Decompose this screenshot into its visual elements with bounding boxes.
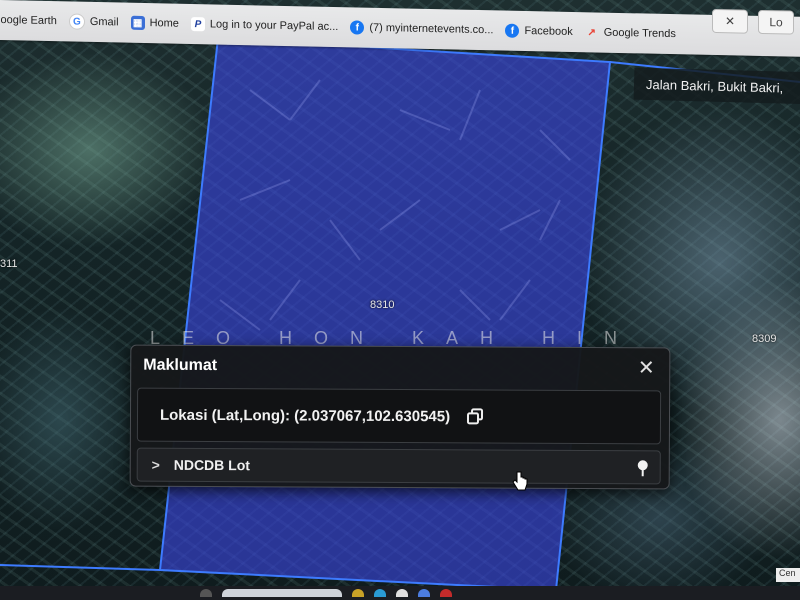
profile-button[interactable]: Lo bbox=[758, 9, 794, 35]
home-icon: ▦ bbox=[130, 15, 145, 31]
location-text: Lokasi (Lat,Long): (2.037067,102.630545) bbox=[159, 406, 451, 425]
parcel-number-left: 311 bbox=[0, 258, 18, 270]
copy-icon[interactable] bbox=[466, 407, 484, 425]
chevron-right-icon[interactable]: > bbox=[148, 457, 164, 473]
parcel-boundary-line-bottom bbox=[0, 564, 161, 571]
bookmark-myinternetevents[interactable]: f (7) myinternetevents.co... bbox=[350, 20, 493, 37]
app-icon[interactable] bbox=[418, 589, 430, 597]
parcel-number-selected: 8310 bbox=[370, 299, 395, 311]
map-corner-tag: Cen bbox=[776, 568, 800, 582]
bookmark-google-trends[interactable]: ↗ Google Trends bbox=[585, 25, 676, 41]
bookmark-label: Google Earth bbox=[0, 13, 57, 28]
ndcdb-lot-row[interactable]: > NDCDB Lot bbox=[136, 447, 661, 485]
bookmark-label: Home bbox=[149, 17, 179, 30]
panel-title: Maklumat bbox=[143, 356, 218, 375]
road-label: Jalan Bakri, Bukit Bakri, bbox=[633, 67, 800, 105]
bookmark-label: Log in to your PayPal ac... bbox=[209, 18, 339, 34]
facebook-icon: f bbox=[350, 20, 365, 35]
app-icon-red[interactable] bbox=[440, 589, 452, 597]
bookmark-google-earth[interactable]: Google Earth bbox=[0, 14, 57, 27]
lot-label: NDCDB Lot bbox=[173, 456, 251, 474]
google-trends-icon: ↗ bbox=[587, 26, 596, 38]
pin-icon[interactable] bbox=[636, 459, 650, 477]
selected-parcel bbox=[158, 36, 612, 592]
hand-cursor-icon bbox=[512, 471, 528, 491]
paypal-icon: P bbox=[190, 16, 205, 32]
edge-icon[interactable] bbox=[374, 589, 386, 597]
bookmark-facebook[interactable]: f Facebook bbox=[505, 23, 573, 39]
browser-top-right-controls: ✕ Lo bbox=[712, 8, 794, 35]
bookmark-paypal[interactable]: P Log in to your PayPal ac... bbox=[190, 16, 339, 34]
info-panel: Maklumat ✕ Lokasi (Lat,Long): (2.037067,… bbox=[129, 344, 671, 490]
bookmark-home[interactable]: ▦ Home bbox=[130, 15, 179, 31]
panel-header: Maklumat bbox=[131, 346, 669, 389]
taskbar-search-box[interactable] bbox=[222, 589, 342, 597]
facebook-icon: f bbox=[505, 23, 520, 38]
bookmark-label: Gmail bbox=[89, 15, 119, 29]
bookmark-gmail[interactable]: G Gmail bbox=[68, 13, 119, 30]
location-box: Lokasi (Lat,Long): (2.037067,102.630545) bbox=[136, 387, 662, 445]
google-icon: G bbox=[68, 13, 85, 30]
parcel-number-right: 8309 bbox=[752, 333, 777, 345]
taskbar bbox=[0, 586, 800, 600]
chrome-icon[interactable] bbox=[396, 589, 408, 597]
extensions-icon[interactable]: ✕ bbox=[712, 8, 748, 34]
bookmark-label: (7) myinternetevents.co... bbox=[369, 21, 494, 37]
bookmark-label: Facebook bbox=[524, 24, 573, 38]
profile-button-label: Lo bbox=[769, 15, 783, 30]
taskbar-app-icon[interactable] bbox=[200, 589, 212, 597]
folder-icon[interactable] bbox=[352, 589, 364, 597]
bookmark-label: Google Trends bbox=[603, 26, 676, 41]
close-icon[interactable]: ✕ bbox=[637, 357, 655, 379]
road-label-text: Jalan Bakri, Bukit Bakri, bbox=[645, 76, 784, 96]
